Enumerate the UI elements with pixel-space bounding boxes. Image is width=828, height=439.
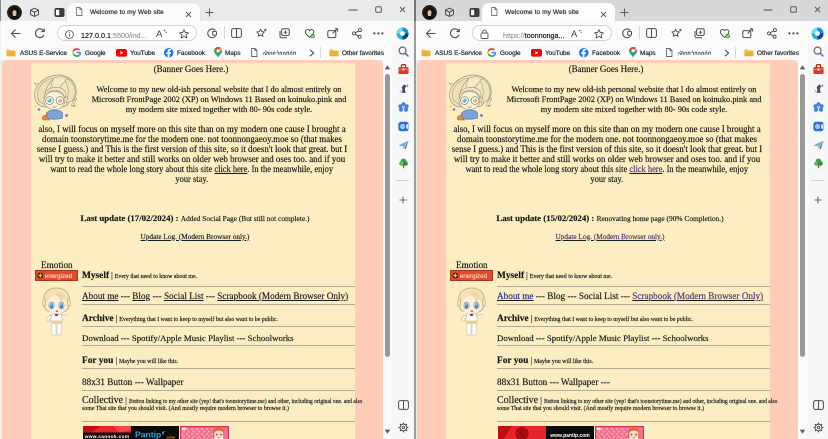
svg-text:.com: .com — [166, 436, 175, 439]
svg-text:A: A — [571, 29, 578, 39]
svg-text:energized: energized — [45, 273, 73, 280]
svg-text:S: S — [519, 429, 525, 439]
svg-text:energized: energized — [460, 273, 488, 280]
svg-text:www.sanook.com: www.sanook.com — [84, 434, 130, 439]
svg-text:A: A — [156, 29, 163, 39]
svg-text:Pantip: Pantip — [135, 430, 161, 439]
svg-text:www.pantip.com: www.pantip.com — [549, 433, 590, 439]
